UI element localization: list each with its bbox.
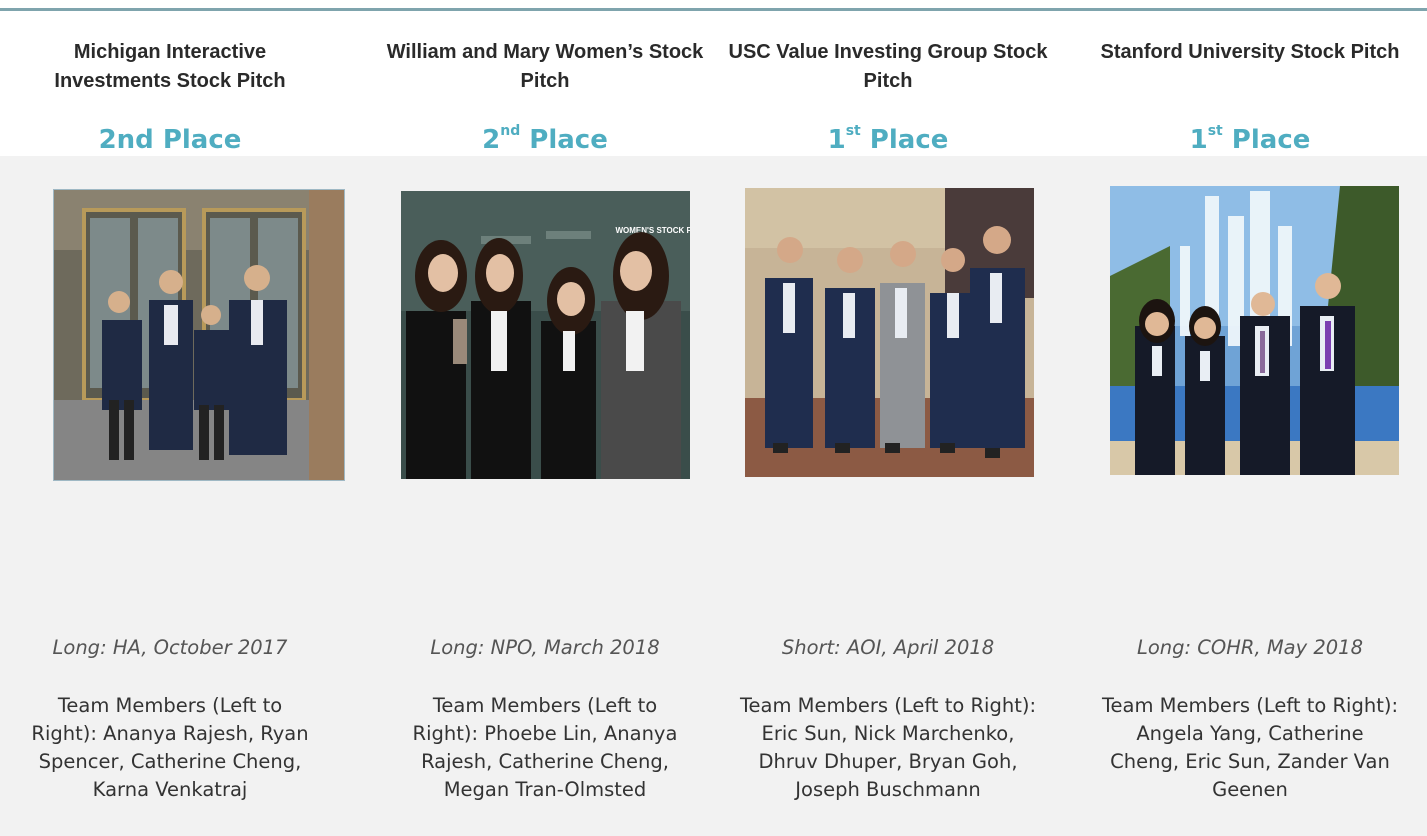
column-stanford: Stanford University Stock Pitch 1st Plac…: [1080, 0, 1420, 836]
placement-label: 2nd Place: [375, 123, 715, 155]
placement-word: Place: [520, 125, 608, 155]
column-william-mary: William and Mary Women’s Stock Pitch 2nd…: [375, 0, 715, 836]
team-photo-michigan: [53, 189, 345, 481]
placement-number: 1: [1189, 125, 1208, 155]
team-photo-stanford: [1110, 186, 1399, 475]
pitch-description: Long: NPO, March 2018: [430, 636, 660, 659]
team-members: Team Members (Left to Right): Ananya Raj…: [31, 694, 309, 801]
competition-title: Michigan Interactive Investments Stock P…: [54, 41, 286, 92]
column-michigan: Michigan Interactive Investments Stock P…: [0, 0, 345, 836]
placement-label: 2nd Place: [0, 125, 340, 155]
placement-suffix: st: [1207, 123, 1223, 140]
placement-word: Place: [860, 125, 949, 155]
competition-title: Stanford University Stock Pitch: [1100, 41, 1400, 63]
placement-number: 2: [482, 125, 501, 155]
placement-suffix: nd: [500, 123, 521, 140]
team-photo-usc: [745, 188, 1034, 477]
placement-label: 1st Place: [1080, 123, 1420, 155]
placement-label: 1st Place: [718, 123, 1058, 155]
pitch-description: Long: COHR, May 2018: [1136, 636, 1363, 659]
pitch-description: Short: AOI, April 2018: [781, 636, 995, 659]
team-members: Team Members (Left to Right): Phoebe Lin…: [412, 694, 678, 801]
competition-title: William and Mary Women’s Stock Pitch: [386, 41, 704, 92]
team-members: Team Members (Left to Right): Angela Yan…: [1101, 694, 1399, 801]
placement-text: 2nd Place: [98, 125, 242, 155]
placement-number: 1: [827, 125, 846, 155]
team-members: Team Members (Left to Right): Eric Sun, …: [739, 694, 1037, 801]
pitch-description: Long: HA, October 2017: [52, 636, 288, 659]
team-photo-william-mary: WOMEN'S STOCK PITCH: [401, 191, 690, 479]
placement-word: Place: [1222, 125, 1311, 155]
column-usc: USC Value Investing Group Stock Pitch 1s…: [718, 0, 1058, 836]
placement-suffix: st: [845, 123, 861, 140]
banner-logo-text: WOMEN'S STOCK PITCH: [615, 226, 690, 235]
competition-title: USC Value Investing Group Stock Pitch: [728, 41, 1048, 92]
